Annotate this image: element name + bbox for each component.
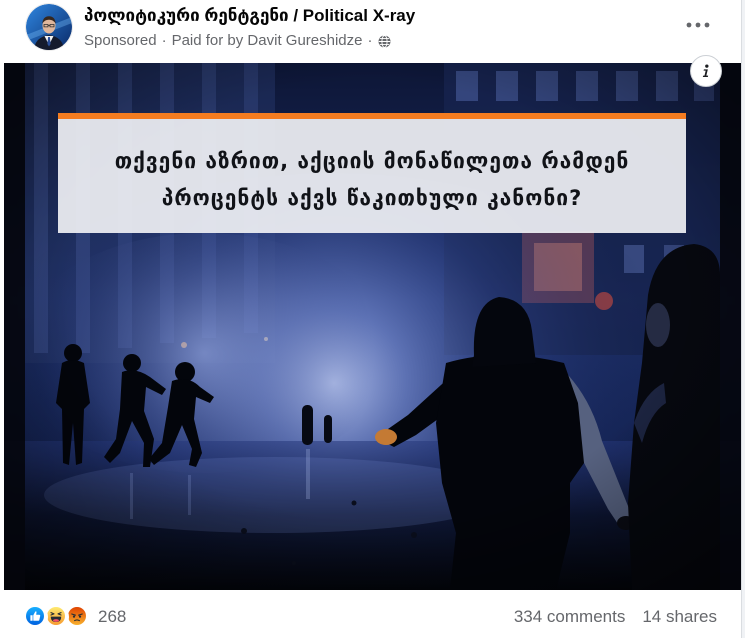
photo-frame-right bbox=[720, 63, 741, 590]
reactions-summary[interactable] bbox=[24, 605, 90, 629]
post-meta: Sponsored · Paid for by Davit Gureshidze… bbox=[84, 32, 391, 50]
reaction-count[interactable]: 268 bbox=[98, 607, 126, 627]
engagement-stats: 334 comments 14 shares bbox=[514, 607, 717, 627]
ad-headline-line: პროცენტს აქვს წაკითხული კანონი? bbox=[161, 186, 583, 210]
paid-for-disclaimer[interactable]: Paid for by Davit Gureshidze bbox=[172, 32, 363, 50]
sponsored-post-card: პოლიტიკური რენტგენი / Political X-ray Sp… bbox=[0, 0, 742, 638]
meta-separator: · bbox=[161, 32, 167, 49]
haha-icon bbox=[45, 605, 69, 629]
more-options-icon[interactable] bbox=[684, 15, 712, 35]
photo-frame-left bbox=[4, 63, 25, 590]
avatar-image bbox=[26, 4, 72, 50]
ad-headline-line: თქვენი აზრით, აქციის მონაწილეთა რამდენ bbox=[114, 149, 630, 173]
like-icon bbox=[24, 605, 48, 629]
shares-count-link[interactable]: 14 shares bbox=[642, 607, 717, 627]
page-name-link[interactable]: პოლიტიკური რენტგენი / Political X-ray bbox=[84, 5, 415, 26]
comments-count-link[interactable]: 334 comments bbox=[514, 607, 626, 627]
globe-icon bbox=[378, 34, 391, 48]
ad-headline-overlay: თქვენი აზრით, აქციის მონაწილეთა რამდენ პ… bbox=[58, 113, 686, 233]
info-icon[interactable] bbox=[690, 55, 722, 87]
sponsored-label[interactable]: Sponsored bbox=[84, 32, 157, 50]
angry-icon bbox=[66, 605, 90, 629]
meta-separator: · bbox=[367, 32, 373, 49]
page-avatar[interactable] bbox=[26, 4, 72, 50]
